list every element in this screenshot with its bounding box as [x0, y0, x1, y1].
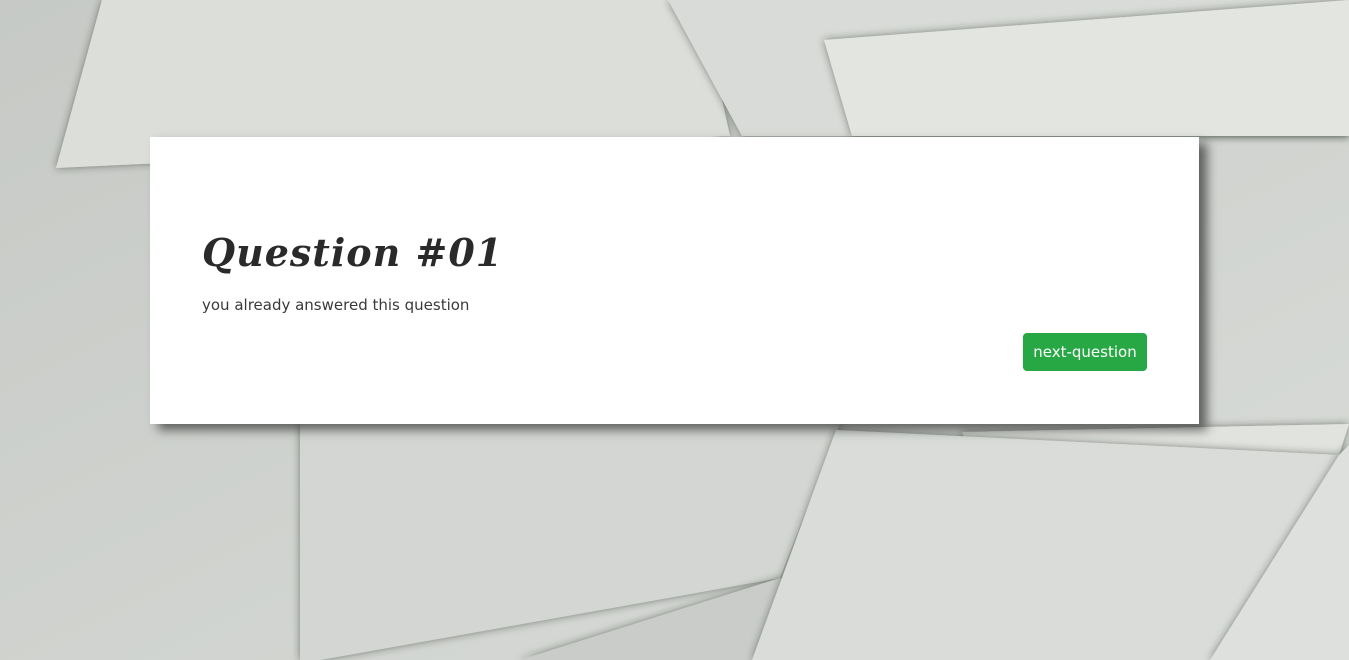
answered-status-text: you already answered this question [202, 296, 470, 314]
next-question-button[interactable]: next-question [1023, 333, 1147, 371]
question-card: Question #01 you already answered this q… [150, 137, 1199, 424]
question-title: Question #01 [202, 230, 504, 275]
